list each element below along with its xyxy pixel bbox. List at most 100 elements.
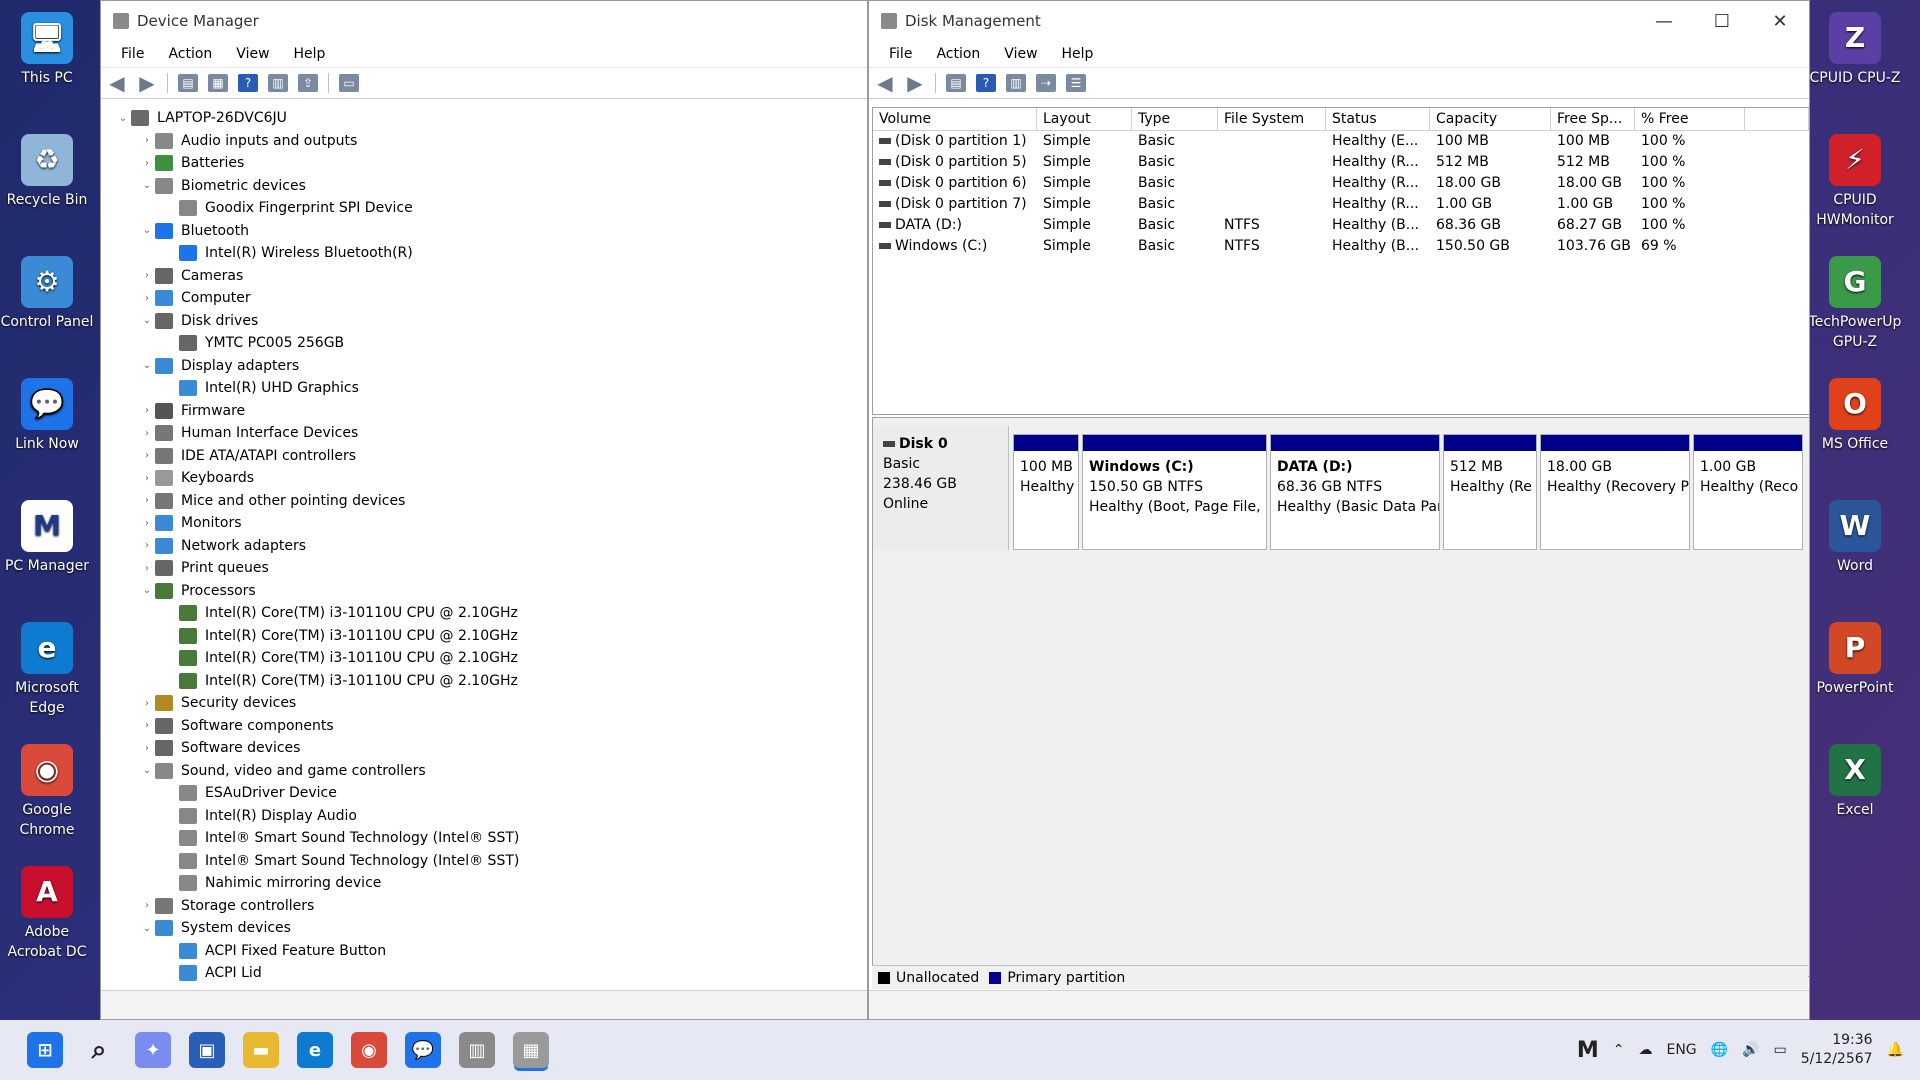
tree-category[interactable]: › Computer (107, 287, 867, 310)
tree-category[interactable]: ⌄ Sound, video and game controllers (107, 760, 867, 783)
tree-category[interactable]: › Print queues (107, 557, 867, 580)
connect-icon[interactable]: ⇢ (1036, 74, 1056, 92)
chevron-down-icon[interactable]: ⌄ (139, 315, 155, 326)
chevron-right-icon[interactable]: › (139, 900, 155, 911)
column-volume[interactable]: Volume (873, 108, 1037, 130)
chevron-down-icon[interactable]: ⌄ (139, 360, 155, 371)
disk-0-label[interactable]: Disk 0 Basic 238.46 GB Online (873, 426, 1009, 550)
notification-bell-icon[interactable]: 🔔 (1887, 1042, 1904, 1058)
chrome-icon[interactable]: ◉ (351, 1032, 387, 1068)
menu-file[interactable]: File (109, 46, 156, 62)
tree-category[interactable]: › Security devices (107, 692, 867, 715)
help-icon[interactable]: ? (238, 74, 258, 92)
chevron-right-icon[interactable]: › (139, 428, 155, 439)
desktop-icon[interactable]: ◉ Google Chrome (0, 732, 94, 840)
tree-category[interactable]: › Keyboards (107, 467, 867, 490)
table-row[interactable]: (Disk 0 partition 5) Simple Basic Healthy (… (873, 152, 1809, 173)
menu-action[interactable]: Action (156, 46, 224, 62)
tree-device[interactable]: ESAuDriver Device (107, 782, 867, 805)
tree-category[interactable]: › Mice and other pointing devices (107, 490, 867, 513)
close-button[interactable]: ✕ (1751, 11, 1809, 32)
chevron-up-icon[interactable]: ⌃ (1613, 1042, 1625, 1058)
tree-device[interactable]: Intel(R) Core(TM) i3-10110U CPU @ 2.10GH… (107, 602, 867, 625)
chevron-down-icon[interactable]: ⌄ (139, 765, 155, 776)
show-hide-console-icon[interactable]: ▤ (946, 74, 966, 92)
desktop-icon[interactable]: e Microsoft Edge (0, 610, 94, 718)
desktop-icon[interactable]: M PC Manager (0, 488, 94, 576)
table-row[interactable]: (Disk 0 partition 1) Simple Basic Healthy (… (873, 131, 1809, 152)
chevron-down-icon[interactable]: ⌄ (139, 180, 155, 191)
table-row[interactable]: Windows (C:) Simple Basic NTFS Healthy (B...… (873, 236, 1809, 257)
tree-category[interactable]: › Firmware (107, 400, 867, 423)
forward-arrow-icon[interactable]: ▶ (137, 71, 157, 95)
partition-block[interactable]: 18.00 GB Healthy (Recovery P (1540, 434, 1690, 550)
column-status[interactable]: Status (1326, 108, 1430, 130)
chevron-right-icon[interactable]: › (139, 405, 155, 416)
device-manager-titlebar[interactable]: Device Manager (101, 1, 867, 41)
tree-category[interactable]: ⌄ Display adapters (107, 355, 867, 378)
column-layout[interactable]: Layout (1037, 108, 1132, 130)
desktop-icon[interactable]: ⚙ Control Panel (0, 244, 94, 332)
chevron-right-icon[interactable]: › (139, 473, 155, 484)
link-now-icon[interactable]: 💬 (405, 1032, 441, 1068)
tree-device[interactable]: Goodix Fingerprint SPI Device (107, 197, 867, 220)
tree-category[interactable]: ⌄ Processors (107, 580, 867, 603)
tree-device[interactable]: YMTC PC005 256GB (107, 332, 867, 355)
menu-view[interactable]: View (992, 46, 1049, 62)
chevron-right-icon[interactable]: › (139, 270, 155, 281)
properties-icon[interactable]: ▦ (208, 74, 228, 92)
chevron-right-icon[interactable]: › (139, 563, 155, 574)
tree-device[interactable]: Intel® Smart Sound Technology (Intel® SS… (107, 850, 867, 873)
desktop-icon[interactable]: O MS Office (1808, 366, 1902, 454)
volume-icon[interactable]: 🔊 (1742, 1042, 1759, 1058)
chevron-down-icon[interactable]: ⌄ (139, 585, 155, 596)
table-row[interactable]: (Disk 0 partition 7) Simple Basic Healthy (… (873, 194, 1809, 215)
column-file-system[interactable]: File System (1218, 108, 1326, 130)
tree-root-node[interactable]: ⌄ LAPTOP-26DVC6JU (107, 107, 867, 130)
scan-hardware-icon[interactable]: ▭ (339, 74, 359, 92)
help-icon[interactable]: ? (976, 74, 996, 92)
menu-view[interactable]: View (224, 46, 281, 62)
disk-management-titlebar[interactable]: Disk Management — ☐ ✕ (869, 1, 1809, 41)
chevron-right-icon[interactable]: › (139, 698, 155, 709)
language-indicator[interactable]: ENG (1666, 1042, 1696, 1058)
tree-category[interactable]: ⌄ Biometric devices (107, 175, 867, 198)
partition-block[interactable]: DATA (D:) 68.36 GB NTFS Healthy (Basic Dat… (1270, 434, 1440, 550)
menu-help[interactable]: Help (282, 46, 338, 62)
desktop-icon[interactable]: A Adobe Acrobat DC (0, 854, 94, 962)
tree-device[interactable]: Intel(R) Core(TM) i3-10110U CPU @ 2.10GH… (107, 625, 867, 648)
view-icon[interactable]: ▥ (1006, 74, 1026, 92)
tree-category[interactable]: › Software devices (107, 737, 867, 760)
desktop-icon[interactable]: ⚡ CPUID HWMonitor (1808, 122, 1902, 230)
tree-category[interactable]: ⌄ Disk drives (107, 310, 867, 333)
tree-device[interactable]: Nahimic mirroring device (107, 872, 867, 895)
column-capacity[interactable]: Capacity (1430, 108, 1551, 130)
menu-action[interactable]: Action (924, 46, 992, 62)
edge-icon[interactable]: e (297, 1032, 333, 1068)
chevron-down-icon[interactable]: ⌄ (139, 923, 155, 934)
chevron-right-icon[interactable]: › (139, 720, 155, 731)
tree-category[interactable]: › Software components (107, 715, 867, 738)
tree-category[interactable]: › Batteries (107, 152, 867, 175)
copilot-icon[interactable]: ✦ (135, 1032, 171, 1068)
back-arrow-icon[interactable]: ◀ (107, 71, 127, 95)
partition-block[interactable]: 512 MB Healthy (Re (1443, 434, 1537, 550)
tree-device[interactable]: Intel(R) Wireless Bluetooth(R) (107, 242, 867, 265)
clock[interactable]: 19:36 5/12/2567 (1801, 1031, 1873, 1069)
tree-device[interactable]: Intel® Smart Sound Technology (Intel® SS… (107, 827, 867, 850)
column-type[interactable]: Type (1132, 108, 1218, 130)
search-icon[interactable]: ⌕ (81, 1032, 117, 1068)
update-driver-icon[interactable]: ⇪ (298, 74, 318, 92)
chevron-right-icon[interactable]: › (139, 518, 155, 529)
tree-device[interactable]: Intel(R) Core(TM) i3-10110U CPU @ 2.10GH… (107, 670, 867, 693)
desktop-icon[interactable]: 💬 Link Now (0, 366, 94, 454)
chevron-down-icon[interactable]: ⌄ (115, 113, 131, 124)
desktop-icon[interactable]: G TechPowerUp GPU-Z (1808, 244, 1902, 352)
tree-category[interactable]: ⌄ System devices (107, 917, 867, 940)
desktop-icon[interactable]: Z CPUID CPU-Z (1808, 0, 1902, 88)
chevron-right-icon[interactable]: › (139, 743, 155, 754)
device-manager-taskbar-icon[interactable]: ▥ (459, 1032, 495, 1068)
file-explorer-icon[interactable]: ▬ (243, 1032, 279, 1068)
desktop-icon[interactable]: W Word (1808, 488, 1902, 576)
view-icon[interactable]: ▥ (268, 74, 288, 92)
